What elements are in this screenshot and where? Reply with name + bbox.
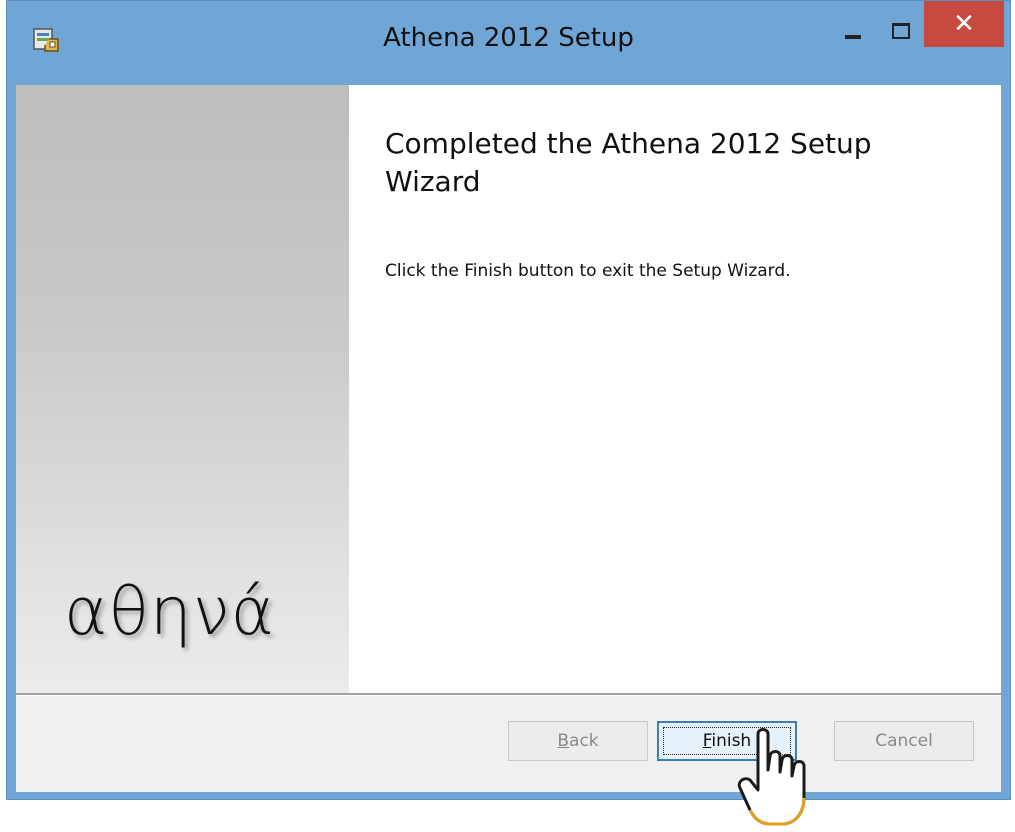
setup-window: Athena 2012 Setup ✕ αθηνά Completed the … bbox=[6, 0, 1011, 800]
back-button[interactable]: Back bbox=[508, 721, 648, 761]
content-panel: Completed the Athena 2012 Setup Wizard C… bbox=[349, 85, 1001, 693]
close-button[interactable]: ✕ bbox=[924, 1, 1004, 47]
back-button-mnemonic: B bbox=[557, 731, 570, 751]
cancel-button[interactable]: Cancel bbox=[834, 721, 974, 761]
page-title: Completed the Athena 2012 Setup Wizard bbox=[385, 127, 872, 198]
wizard-client-area: αθηνά Completed the Athena 2012 Setup Wi… bbox=[16, 85, 1001, 792]
side-banner: αθηνά bbox=[16, 85, 349, 693]
hand-pointer-icon bbox=[737, 728, 806, 826]
close-icon: ✕ bbox=[953, 9, 975, 39]
minimize-icon[interactable] bbox=[833, 19, 873, 49]
instruction-text: Click the Finish button to exit the Setu… bbox=[385, 261, 791, 281]
athena-logo: αθηνά bbox=[64, 573, 276, 650]
back-button-label: ack bbox=[569, 731, 599, 751]
title-bar[interactable]: Athena 2012 Setup ✕ bbox=[7, 1, 1010, 85]
maximize-icon[interactable] bbox=[879, 19, 919, 49]
button-bar: Back Finish Cancel bbox=[16, 696, 1001, 792]
cancel-button-label: Cancel bbox=[875, 731, 933, 751]
